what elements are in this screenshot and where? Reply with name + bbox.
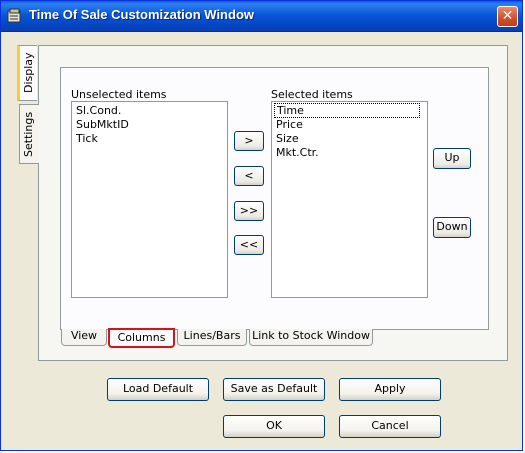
list-item[interactable]: Sl.Cond. (76, 104, 121, 117)
title-bar[interactable]: Time Of Sale Customization Window ✕ (1, 1, 522, 32)
move-down-button[interactable]: Down (433, 217, 471, 238)
close-icon: ✕ (501, 8, 514, 24)
list-item[interactable]: Mkt.Ctr. (276, 146, 319, 159)
tab-link-to-stock-window[interactable]: Link to Stock Window (249, 329, 373, 346)
apply-button[interactable]: Apply (339, 378, 441, 401)
list-item[interactable]: SubMktID (76, 118, 129, 131)
selected-items-label: Selected items (271, 88, 353, 101)
customization-window: Time Of Sale Customization Window ✕ Disp… (0, 0, 523, 451)
add-all-button[interactable]: >> (234, 201, 264, 221)
move-up-button[interactable]: Up (433, 148, 471, 169)
tab-lines-bars[interactable]: Lines/Bars (177, 329, 247, 346)
list-item[interactable]: Tick (76, 132, 98, 145)
list-item[interactable]: Price (276, 118, 303, 131)
tab-settings-label: Settings (22, 111, 35, 157)
tab-display[interactable]: Display (17, 45, 37, 101)
cancel-button[interactable]: Cancel (339, 415, 441, 438)
unselected-items-label: Unselected items (71, 88, 167, 101)
tab-columns[interactable]: Columns (108, 328, 175, 348)
add-item-button[interactable]: > (234, 131, 264, 151)
tab-settings[interactable]: Settings (19, 104, 39, 164)
load-default-button[interactable]: Load Default (107, 378, 209, 401)
window-title: Time Of Sale Customization Window (29, 7, 254, 22)
app-icon (7, 8, 21, 23)
remove-item-button[interactable]: < (234, 166, 264, 186)
tab-display-label: Display (22, 52, 35, 93)
ok-button[interactable]: OK (223, 415, 325, 438)
remove-all-button[interactable]: << (234, 235, 264, 255)
close-button[interactable]: ✕ (497, 6, 518, 27)
selected-items-list[interactable]: Time Price Size Mkt.Ctr. (271, 101, 428, 298)
tab-view[interactable]: View (61, 329, 107, 346)
list-item[interactable]: Time (274, 103, 420, 118)
save-as-default-button[interactable]: Save as Default (223, 378, 325, 401)
list-item[interactable]: Size (276, 132, 299, 145)
unselected-items-list[interactable]: Sl.Cond. SubMktID Tick (71, 101, 228, 298)
